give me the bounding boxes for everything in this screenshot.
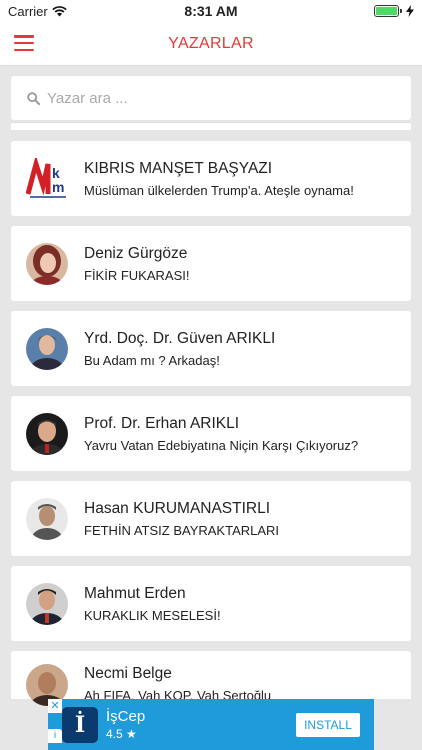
author-row-kibris-manset[interactable]: k m KIBRIS MANŞET BAŞYAZI Müslüman ülkel… (11, 141, 411, 216)
wifi-icon (52, 5, 67, 16)
article-title: FETHİN ATSIZ BAYRAKTARLARI (84, 522, 280, 538)
author-row-deniz-gurgoze[interactable]: Deniz Gürgöze FİKİR FUKARASI! (11, 226, 411, 301)
status-bar: Carrier 8:31 AM (0, 0, 422, 22)
avatar (26, 412, 68, 455)
ad-close-icon[interactable]: ✕ (48, 699, 62, 713)
search-input[interactable] (47, 89, 387, 107)
svg-text:m: m (52, 179, 64, 195)
avatar (26, 242, 68, 285)
author-name: Hasan KURUMANASTIRLI (84, 499, 271, 517)
ad-app-name: İşCep (106, 708, 146, 725)
article-title: KURAKLIK MESELESİ! (84, 607, 221, 623)
ad-banner[interactable]: ✕ i İ İşCep 4.5 ★ INSTALL (48, 699, 374, 750)
ad-info-icon[interactable]: i (48, 729, 62, 743)
author-row-necmi-belge[interactable]: Necmi Belge Ah FIFA, Vah KOP, Vah Sertoğ… (11, 651, 411, 706)
iscep-logo: İ (62, 706, 98, 743)
author-name: Prof. Dr. Erhan ARIKLI (84, 414, 240, 432)
author-row-erhan-arikli[interactable]: Prof. Dr. Erhan ARIKLI Yavru Vatan Edebi… (11, 396, 411, 471)
nav-bar: YAZARLAR (0, 22, 422, 66)
article-title: Yavru Vatan Edebiyatına Niçin Karşı Çıkı… (84, 437, 359, 453)
avatar (26, 327, 68, 370)
author-name: Mahmut Erden (84, 584, 186, 602)
charging-bolt-icon (406, 5, 414, 17)
avatar (26, 582, 68, 625)
article-title: Bu Adam mı ? Arkadaş! (84, 352, 220, 368)
author-row-hasan-kurumanastirli[interactable]: Hasan KURUMANASTIRLI FETHİN ATSIZ BAYRAK… (11, 481, 411, 556)
search-bar (11, 76, 411, 120)
hamburger-menu-icon[interactable] (14, 35, 34, 51)
author-row-mahmut-erden[interactable]: Mahmut Erden KURAKLIK MESELESİ! (11, 566, 411, 641)
author-name: Necmi Belge (84, 665, 172, 682)
author-name: Yrd. Doç. Dr. Güven ARIKLI (84, 329, 276, 347)
author-name: KIBRIS MANŞET BAŞYAZI (84, 159, 273, 177)
article-title: FİKİR FUKARASI! (84, 267, 190, 283)
page-title: YAZARLAR (168, 34, 254, 52)
install-button[interactable]: INSTALL (296, 712, 360, 737)
search-icon (27, 91, 40, 105)
battery-icon (374, 5, 402, 17)
kibris-manset-logo: k m (26, 157, 68, 200)
ad-rating: 4.5 ★ (106, 727, 137, 741)
carrier-label: Carrier (8, 3, 48, 19)
article-title: Müslüman ülkelerden Trump'a. Ateşle oyna… (84, 182, 354, 198)
search-divider (11, 122, 411, 130)
avatar (26, 497, 68, 540)
author-row-guven-arikli[interactable]: Yrd. Doç. Dr. Güven ARIKLI Bu Adam mı ? … (11, 311, 411, 386)
author-name: Deniz Gürgöze (84, 244, 188, 262)
